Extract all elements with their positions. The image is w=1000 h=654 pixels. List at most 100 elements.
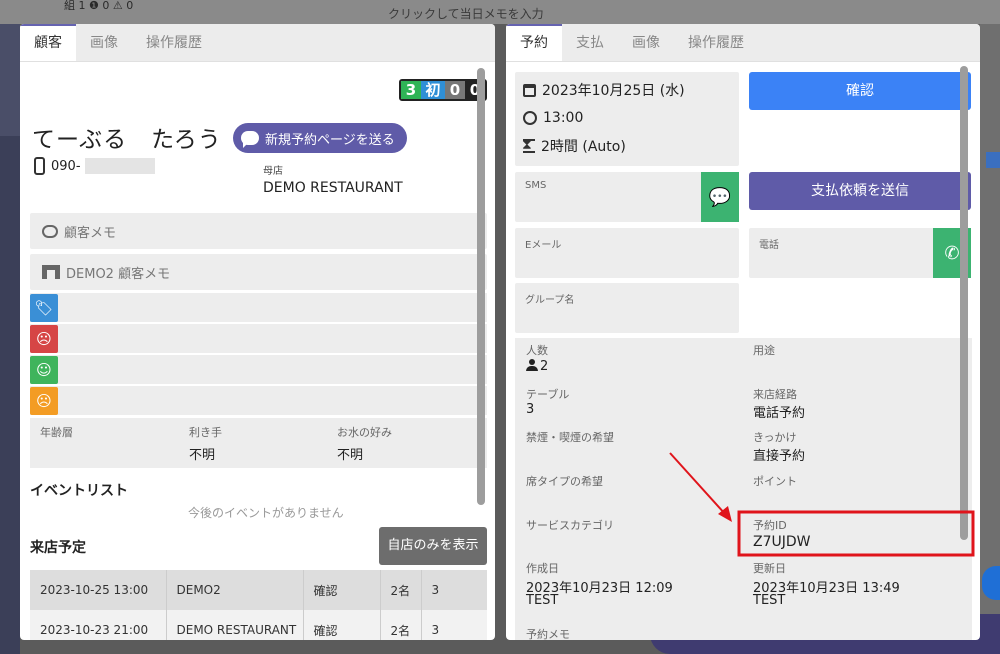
trigger-label: きっかけ — [753, 431, 797, 444]
group-name-field[interactable]: グループ名 — [515, 283, 739, 333]
reservation-panel-scrollbar[interactable] — [960, 66, 968, 540]
events-empty-message: 今後のイベントがありません — [188, 506, 344, 520]
created-by: TEST — [526, 593, 559, 608]
speech-bubble-icon — [42, 224, 58, 238]
reservation-datetime-box[interactable]: 2023年10月25日 (水) 13:00 2時間 (Auto) — [515, 72, 739, 166]
updated-label: 更新日 — [753, 562, 786, 575]
upcoming-visits-title: 来店予定 — [30, 540, 86, 556]
route-label: 来店経路 — [753, 388, 797, 401]
reservation-id-label: 予約ID — [753, 519, 787, 532]
tag-row-dislikes[interactable]: ☹ — [30, 324, 487, 354]
chat-bubble-icon — [241, 131, 259, 148]
reservation-id-value: Z7UJDW — [753, 534, 811, 550]
customer-memo-field[interactable]: 顧客メモ — [30, 213, 487, 249]
background-blue-marker — [986, 152, 1000, 168]
customer-panel: 顧客 画像 操作履歴 3 初 0 0 てーぶる たろう 新規予約ページを送る 0… — [20, 24, 495, 640]
email-field[interactable]: Eメール — [515, 228, 739, 278]
customer-name: てーぶる たろう — [32, 127, 222, 153]
phone-number-prefix: 090- — [51, 158, 81, 174]
visit-store: DEMO RESTAURANT — [166, 610, 304, 640]
smile-face-icon[interactable]: ☺ — [30, 356, 58, 384]
customer-memo-label: 顧客メモ — [64, 225, 117, 241]
phone-number-redacted — [84, 158, 155, 174]
route-value[interactable]: 電話予約 — [753, 402, 805, 421]
send-payment-request-button[interactable]: 支払依頼を送信 — [749, 172, 971, 210]
tab-payment[interactable]: 支払 — [562, 24, 618, 61]
visit-count: 3 — [421, 570, 487, 610]
tab-reservation[interactable]: 予約 — [506, 24, 562, 61]
handedness-value[interactable]: 不明 — [189, 444, 215, 463]
store-customer-memo-field[interactable]: DEMO2 顧客メモ — [30, 254, 487, 290]
sad-face-icon[interactable]: ☹ — [30, 387, 58, 415]
reservation-time: 13:00 — [543, 110, 584, 126]
confirm-status-button[interactable]: 確認 — [749, 72, 971, 110]
tab-operation-history[interactable]: 操作履歴 — [674, 24, 758, 61]
tag-icon[interactable]: 🏷 — [30, 294, 58, 322]
visit-store: DEMO2 — [166, 570, 304, 610]
visit-datetime: 2023-10-25 13:00 — [30, 570, 167, 610]
phone-field[interactable]: 電話 ✆ — [749, 228, 971, 278]
email-label: Eメール — [525, 240, 562, 251]
send-reservation-page-button[interactable]: 新規予約ページを送る — [233, 123, 407, 153]
tab-images[interactable]: 画像 — [618, 24, 674, 61]
visit-count-badge: 3 — [401, 81, 421, 99]
background-sidebar-header — [0, 24, 20, 136]
person-icon — [526, 359, 538, 371]
points-label: ポイント — [753, 475, 797, 488]
tag-row-tags[interactable]: 🏷 — [30, 293, 487, 323]
background-top-bar: 組 1 ❶ 0 ⚠ 0 クリックして当日メモを入力 — [0, 0, 1000, 24]
visit-people: 2名 — [380, 610, 422, 640]
background-fab-button[interactable] — [982, 566, 1000, 600]
visit-people: 2名 — [380, 570, 422, 610]
reservation-memo-label: 予約メモ — [526, 628, 570, 640]
reservation-tabs: 予約 支払 画像 操作履歴 — [506, 24, 980, 62]
created-label: 作成日 — [526, 562, 559, 575]
home-store-name: DEMO RESTAURANT — [263, 180, 403, 196]
first-visit-badge: 初 — [421, 81, 445, 99]
tag-row-likes[interactable]: ☺ — [30, 355, 487, 385]
people-count: 2 — [540, 359, 549, 374]
events-title: イベントリスト — [30, 483, 128, 499]
home-store-label: 母店 — [263, 166, 283, 177]
visit-badges: 3 初 0 0 — [399, 79, 487, 101]
hourglass-icon — [522, 137, 535, 153]
upcoming-visits-table: 2023-10-25 13:00 DEMO2 確認 2名 3 2023-10-2… — [30, 570, 487, 640]
tab-images[interactable]: 画像 — [76, 24, 132, 61]
reservation-duration: 2時間 (Auto) — [541, 139, 626, 155]
table-value[interactable]: 3 — [526, 402, 534, 417]
daily-memo-input[interactable]: クリックして当日メモを入力 — [388, 5, 544, 22]
age-group-label: 年齢層 — [40, 426, 73, 439]
send-reservation-page-label: 新規予約ページを送る — [265, 132, 395, 148]
clock-icon — [523, 111, 537, 125]
customer-attributes: 年齢層 利き手 不明 お水の好み 不明 — [30, 418, 487, 468]
updated-by: TEST — [753, 593, 786, 608]
water-preference-value[interactable]: 不明 — [337, 444, 363, 463]
service-category-label: サービスカテゴリ — [526, 519, 614, 532]
show-own-store-only-button[interactable]: 自店のみを表示 — [379, 527, 487, 565]
visit-status: 確認 — [303, 570, 381, 610]
smoking-preference-label: 禁煙・喫煙の希望 — [526, 431, 614, 444]
reservation-date: 2023年10月25日 (水) — [542, 83, 685, 99]
visit-status: 確認 — [303, 610, 381, 640]
tab-operation-history[interactable]: 操作履歴 — [132, 24, 216, 61]
customer-phone: 090- — [34, 157, 155, 175]
reservation-panel: 予約 支払 画像 操作履歴 2023年10月25日 (水) 13:00 2時間 … — [506, 24, 980, 640]
visit-datetime: 2023-10-23 21:00 — [30, 610, 167, 640]
sms-send-icon[interactable]: 💬 — [701, 172, 739, 222]
reservation-details: 人数 2 用途 テーブル 3 来店経路 電話予約 禁煙・喫煙の希望 きっかけ 直… — [515, 338, 972, 640]
table-row[interactable]: 2023-10-23 21:00 DEMO RESTAURANT 確認 2名 3 — [30, 610, 487, 640]
visit-count: 3 — [421, 610, 487, 640]
store-customer-memo-label: DEMO2 顧客メモ — [66, 266, 171, 282]
tag-row-complaints[interactable]: ☹ — [30, 386, 487, 416]
trigger-value[interactable]: 直接予約 — [753, 445, 805, 464]
sms-field[interactable]: SMS 💬 — [515, 172, 739, 222]
seat-type-label: 席タイプの希望 — [526, 475, 603, 488]
angry-face-icon[interactable]: ☹ — [30, 325, 58, 353]
people-value[interactable]: 2 — [526, 359, 548, 374]
tab-customer[interactable]: 顧客 — [20, 24, 76, 61]
background-right-edge — [650, 24, 1000, 654]
table-row[interactable]: 2023-10-25 13:00 DEMO2 確認 2名 3 — [30, 570, 487, 610]
water-preference-label: お水の好み — [337, 426, 392, 439]
cancel-count-badge: 0 — [445, 81, 465, 99]
customer-panel-scrollbar[interactable] — [477, 68, 485, 505]
